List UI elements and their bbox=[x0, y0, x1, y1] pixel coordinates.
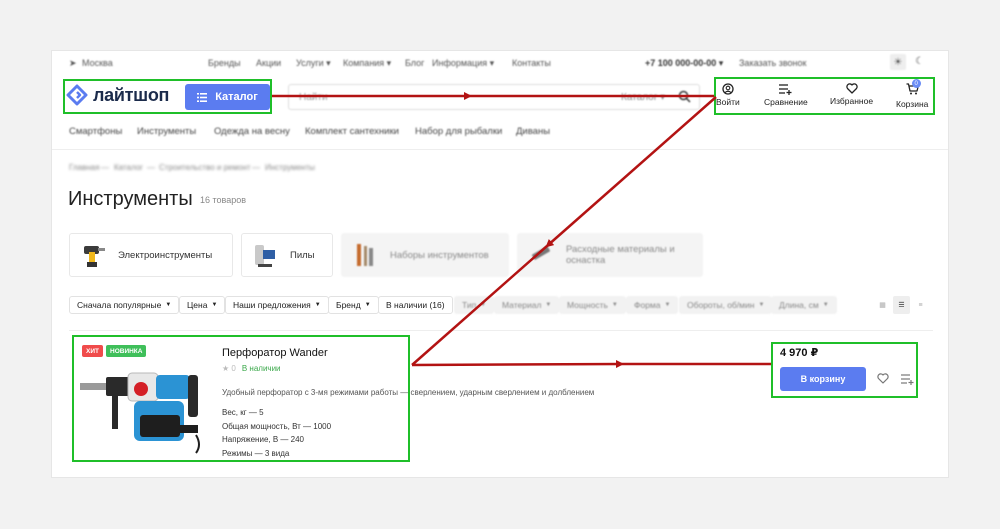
filter-label: Обороты, об/мин bbox=[687, 300, 755, 310]
product-count: 16 товаров bbox=[200, 195, 247, 205]
breadcrumb-sep: — bbox=[147, 163, 155, 172]
filter-power[interactable]: Мощность ▼ bbox=[559, 296, 626, 314]
nav-category-tools[interactable]: Инструменты bbox=[137, 126, 196, 137]
highlight-box-product-info bbox=[72, 335, 410, 462]
nav-category-spring-clothes[interactable]: Одежда на весну bbox=[214, 126, 290, 137]
moon-icon[interactable]: ☾ bbox=[915, 56, 924, 67]
filter-label: Сначала популярные bbox=[77, 300, 162, 310]
breadcrumb-sep: — bbox=[252, 163, 260, 172]
power-tool-thumbnail bbox=[84, 246, 105, 267]
page-title: Инструменты bbox=[68, 188, 193, 210]
breadcrumb-home[interactable]: Главная bbox=[69, 163, 99, 172]
list-divider bbox=[69, 330, 933, 331]
compact-view-icon[interactable]: ≡ bbox=[912, 296, 929, 314]
list-view-icon[interactable]: ☰ bbox=[893, 296, 910, 314]
topbar-link-info[interactable]: Информация ▾ bbox=[432, 58, 494, 69]
consumables-thumbnail bbox=[532, 246, 550, 260]
highlight-box-price-actions bbox=[771, 342, 918, 398]
chevron-down-icon: ▼ bbox=[480, 302, 487, 308]
phone-number[interactable]: +7 100 000-00-00 ▾ bbox=[645, 58, 723, 69]
filter-label: Наши предложения bbox=[233, 300, 311, 310]
search-bar[interactable]: Найти Каталог ▾ bbox=[288, 84, 700, 110]
breadcrumb-construction[interactable]: Строительство и ремонт bbox=[159, 163, 251, 172]
subcategory-label: Наборы инструментов bbox=[390, 249, 489, 261]
filter-label: Цена bbox=[187, 300, 208, 310]
nav-category-sofas[interactable]: Диваны bbox=[516, 126, 550, 137]
nav-category-plumbing[interactable]: Комплект сантехники bbox=[305, 126, 399, 137]
filter-rpm[interactable]: Обороты, об/мин ▼ bbox=[679, 296, 773, 314]
filter-label: Бренд bbox=[336, 300, 361, 310]
chevron-down-icon: ▼ bbox=[314, 302, 321, 308]
chevron-down-icon: ▼ bbox=[611, 302, 618, 308]
sort-select[interactable]: Сначала популярные ▼ bbox=[69, 296, 180, 314]
filter-type[interactable]: Тип ▼ bbox=[454, 296, 495, 314]
filter-shape[interactable]: Форма ▼ bbox=[626, 296, 679, 314]
subcategory-label: Расходные материалы и оснастка bbox=[566, 244, 675, 266]
nav-category-fishing[interactable]: Набор для рыбалки bbox=[415, 126, 502, 137]
filter-label: Мощность bbox=[567, 300, 608, 310]
city-selector[interactable]: Москва bbox=[82, 58, 113, 68]
breadcrumb-sep: — bbox=[101, 163, 109, 172]
grid-view-icon[interactable]: ▦ bbox=[874, 296, 891, 314]
breadcrumb-current: Инструменты bbox=[265, 163, 315, 172]
topbar-link-blog[interactable]: Блог bbox=[405, 58, 424, 68]
highlight-box-header-actions bbox=[714, 77, 935, 115]
nav-category-smartphones[interactable]: Смартфоны bbox=[69, 126, 122, 137]
topbar-link-services[interactable]: Услуги ▾ bbox=[296, 58, 331, 69]
subcategory-consumables[interactable]: Расходные материалы и оснастка bbox=[517, 233, 703, 277]
chevron-down-icon: ▼ bbox=[545, 302, 552, 308]
filter-label: Материал bbox=[502, 300, 542, 310]
chevron-down-icon: ▼ bbox=[364, 302, 371, 308]
filter-length[interactable]: Длина, см ▼ bbox=[771, 296, 837, 314]
filter-label: Длина, см bbox=[779, 300, 819, 310]
topbar-link-contacts[interactable]: Контакты bbox=[512, 58, 551, 68]
filter-brand[interactable]: Бренд ▼ bbox=[328, 296, 379, 314]
filter-price[interactable]: Цена ▼ bbox=[179, 296, 226, 314]
search-scope-select[interactable]: Каталог ▾ bbox=[621, 92, 665, 103]
filter-label: Форма bbox=[634, 300, 661, 310]
chevron-down-icon: ▼ bbox=[664, 302, 671, 308]
tool-set-thumbnail bbox=[357, 244, 373, 266]
filter-material[interactable]: Материал ▼ bbox=[494, 296, 560, 314]
subcategory-saws[interactable]: Пилы bbox=[241, 233, 333, 277]
subcategory-label: Электроинструменты bbox=[118, 249, 213, 261]
subcategory-tool-sets[interactable]: Наборы инструментов bbox=[341, 233, 509, 277]
search-input[interactable]: Найти bbox=[299, 92, 328, 103]
breadcrumb-catalog[interactable]: Каталог bbox=[114, 163, 143, 172]
view-switcher: ▦ ☰ ≡ bbox=[874, 296, 929, 314]
filter-label: Тип bbox=[462, 300, 477, 310]
subcategory-power-tools[interactable]: Электроинструменты bbox=[69, 233, 233, 277]
search-icon[interactable] bbox=[678, 90, 691, 103]
top-bar: ➤ Москва Бренды Акции Услуги ▾ Компания … bbox=[52, 51, 948, 75]
callback-link[interactable]: Заказать звонок bbox=[739, 58, 806, 68]
highlight-box-logo-catalog bbox=[63, 79, 272, 114]
topbar-link-brands[interactable]: Бренды bbox=[208, 58, 241, 68]
chevron-down-icon: ▼ bbox=[165, 302, 172, 308]
saw-thumbnail bbox=[255, 245, 275, 267]
chevron-down-icon: ▼ bbox=[211, 302, 218, 308]
subcategory-label: Пилы bbox=[290, 249, 315, 261]
topbar-link-company[interactable]: Компания ▾ bbox=[343, 58, 391, 69]
chevron-down-icon: ▼ bbox=[822, 302, 829, 308]
sun-icon[interactable]: ☀ bbox=[890, 54, 906, 70]
filter-in-stock[interactable]: В наличии (16) bbox=[378, 296, 453, 314]
topbar-link-sales[interactable]: Акции bbox=[256, 58, 281, 68]
location-pin-icon[interactable]: ➤ bbox=[69, 58, 77, 69]
header-divider bbox=[52, 149, 948, 150]
filter-offers[interactable]: Наши предложения ▼ bbox=[225, 296, 329, 314]
chevron-down-icon: ▼ bbox=[758, 302, 765, 308]
filter-label: В наличии (16) bbox=[386, 300, 445, 310]
